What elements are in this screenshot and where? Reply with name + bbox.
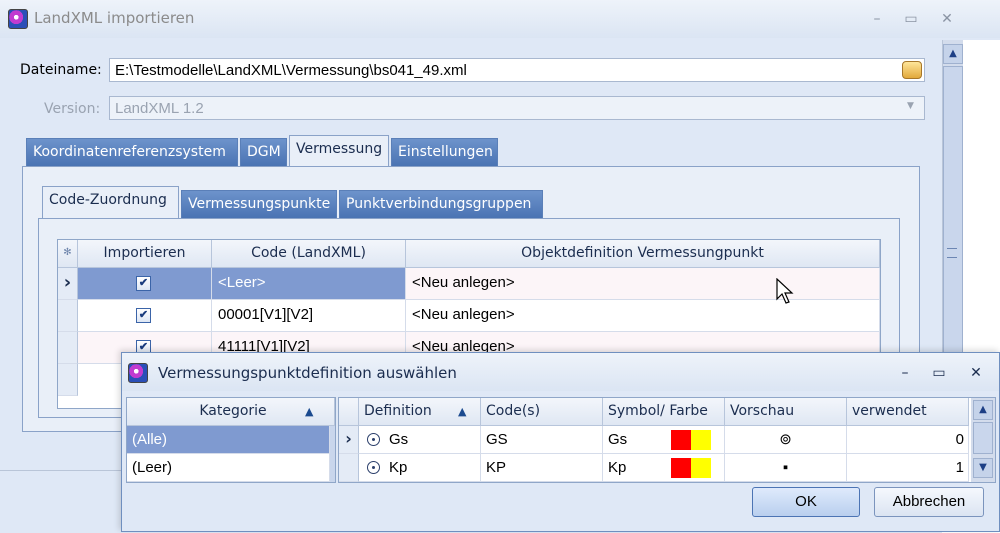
dialog-minimize-button[interactable]: – [894, 363, 916, 383]
preview-cell: ⊚ [725, 426, 847, 454]
version-label: Version: [44, 101, 101, 117]
category-item-alle[interactable]: (Alle) [127, 426, 330, 454]
codes-cell[interactable]: KP [481, 454, 603, 482]
category-list: Kategorie ▲ (Alle) (Leer) [126, 397, 336, 483]
definition-header-label: Definition [364, 403, 432, 419]
column-header-verwendet[interactable]: verwendet [847, 398, 969, 426]
sort-ascending-icon: ▲ [458, 405, 467, 418]
import-cell[interactable]: ✔ [78, 300, 212, 332]
import-cell[interactable]: ✔ [78, 268, 212, 300]
chevron-down-icon: ▼ [907, 101, 914, 111]
dialog-close-button[interactable]: ✕ [965, 363, 987, 383]
point-target-icon [367, 461, 380, 474]
cancel-button[interactable]: Abbrechen [874, 487, 984, 517]
maximize-button[interactable]: ▭ [900, 9, 922, 29]
category-scrollbar[interactable] [330, 426, 335, 482]
window-title: LandXML importieren [34, 9, 195, 27]
scroll-up-arrow-icon[interactable]: ▲ [943, 44, 963, 64]
code-cell[interactable]: 00001[V1][V2] [212, 300, 406, 332]
column-header-importieren[interactable]: Importieren [78, 240, 212, 268]
grip-icon [947, 248, 957, 258]
subtab-code-zuordnung[interactable]: Code-Zuordnung [42, 186, 179, 218]
row-indicator [58, 364, 78, 396]
dialog-title: Vermessungspunktdefinition auswählen [158, 364, 457, 382]
version-select[interactable]: LandXML 1.2 [109, 96, 925, 120]
column-header-objektdefinition[interactable]: Objektdefinition Vermessungpunkt [406, 240, 880, 268]
used-count-cell: 1 [847, 454, 969, 482]
color-swatch [691, 458, 711, 478]
tab-dgm[interactable]: DGM [240, 138, 287, 166]
row-indicator-icon: › [58, 268, 78, 300]
grid-corner [339, 398, 359, 426]
subtab-vermessungspunkte[interactable]: Vermessungspunkte [181, 190, 337, 218]
minimize-button[interactable]: – [866, 9, 888, 29]
dialog-app-icon [128, 363, 148, 383]
scroll-thumb[interactable] [973, 422, 993, 454]
ok-button[interactable]: OK [752, 487, 860, 517]
objdef-cell[interactable]: <Neu anlegen> [406, 300, 880, 332]
column-header-vorschau[interactable]: Vorschau [725, 398, 847, 426]
category-header-label: Kategorie [199, 403, 267, 419]
code-cell[interactable]: <Leer> [212, 268, 406, 300]
row-indicator [58, 300, 78, 332]
category-item-leer[interactable]: (Leer) [127, 454, 330, 482]
used-count-cell: 0 [847, 426, 969, 454]
filename-field[interactable]: E:\Testmodelle\LandXML\Vermessung\bs041_… [109, 58, 925, 82]
color-swatch [671, 458, 691, 478]
subtab-punktverbindungsgruppen[interactable]: Punktverbindungsgruppen [339, 190, 543, 218]
tab-koordinatenreferenzsystem[interactable]: Koordinatenreferenzsystem [26, 138, 238, 166]
dialog-titlebar[interactable]: Vermessungspunktdefinition auswählen – ▭… [122, 353, 999, 391]
mouse-cursor-icon [776, 278, 794, 304]
column-header-codes[interactable]: Code(s) [481, 398, 603, 426]
select-definition-dialog: Vermessungspunktdefinition auswählen – ▭… [121, 352, 1000, 532]
row-indicator [58, 332, 78, 364]
definitions-grid: Definition ▲ Code(s) Symbol/ Farbe Vorsc… [338, 397, 996, 483]
row-indicator [339, 454, 359, 482]
dialog-maximize-button[interactable]: ▭ [928, 363, 950, 383]
column-header-symbol-farbe[interactable]: Symbol/ Farbe [603, 398, 725, 426]
column-header-code[interactable]: Code (LandXML) [212, 240, 406, 268]
category-header[interactable]: Kategorie [127, 398, 335, 426]
row-indicator-icon: › [339, 426, 359, 454]
close-button[interactable]: ✕ [936, 9, 958, 29]
sort-ascending-icon: ▲ [305, 405, 314, 418]
import-checkbox[interactable]: ✔ [136, 308, 151, 323]
import-checkbox[interactable]: ✔ [136, 276, 151, 291]
objdef-cell[interactable]: <Neu anlegen> [406, 268, 880, 300]
app-icon [8, 9, 28, 29]
tab-vermessung[interactable]: Vermessung [289, 135, 389, 167]
tab-einstellungen[interactable]: Einstellungen [391, 138, 498, 166]
color-swatch [671, 430, 691, 450]
codes-cell[interactable]: GS [481, 426, 603, 454]
preview-cell: ▪ [725, 454, 847, 482]
definitions-scrollbar[interactable]: ▲ ▼ [971, 398, 995, 482]
scroll-down-arrow-icon[interactable]: ▼ [973, 458, 993, 478]
open-folder-icon[interactable] [902, 61, 922, 79]
grid-corner: ✻ [58, 240, 78, 268]
filename-label: Dateiname: [20, 62, 102, 78]
scroll-up-arrow-icon[interactable]: ▲ [973, 400, 993, 420]
point-target-icon [367, 433, 380, 446]
window-titlebar[interactable]: LandXML importieren – ▭ ✕ [0, 0, 1000, 38]
color-swatch [691, 430, 711, 450]
